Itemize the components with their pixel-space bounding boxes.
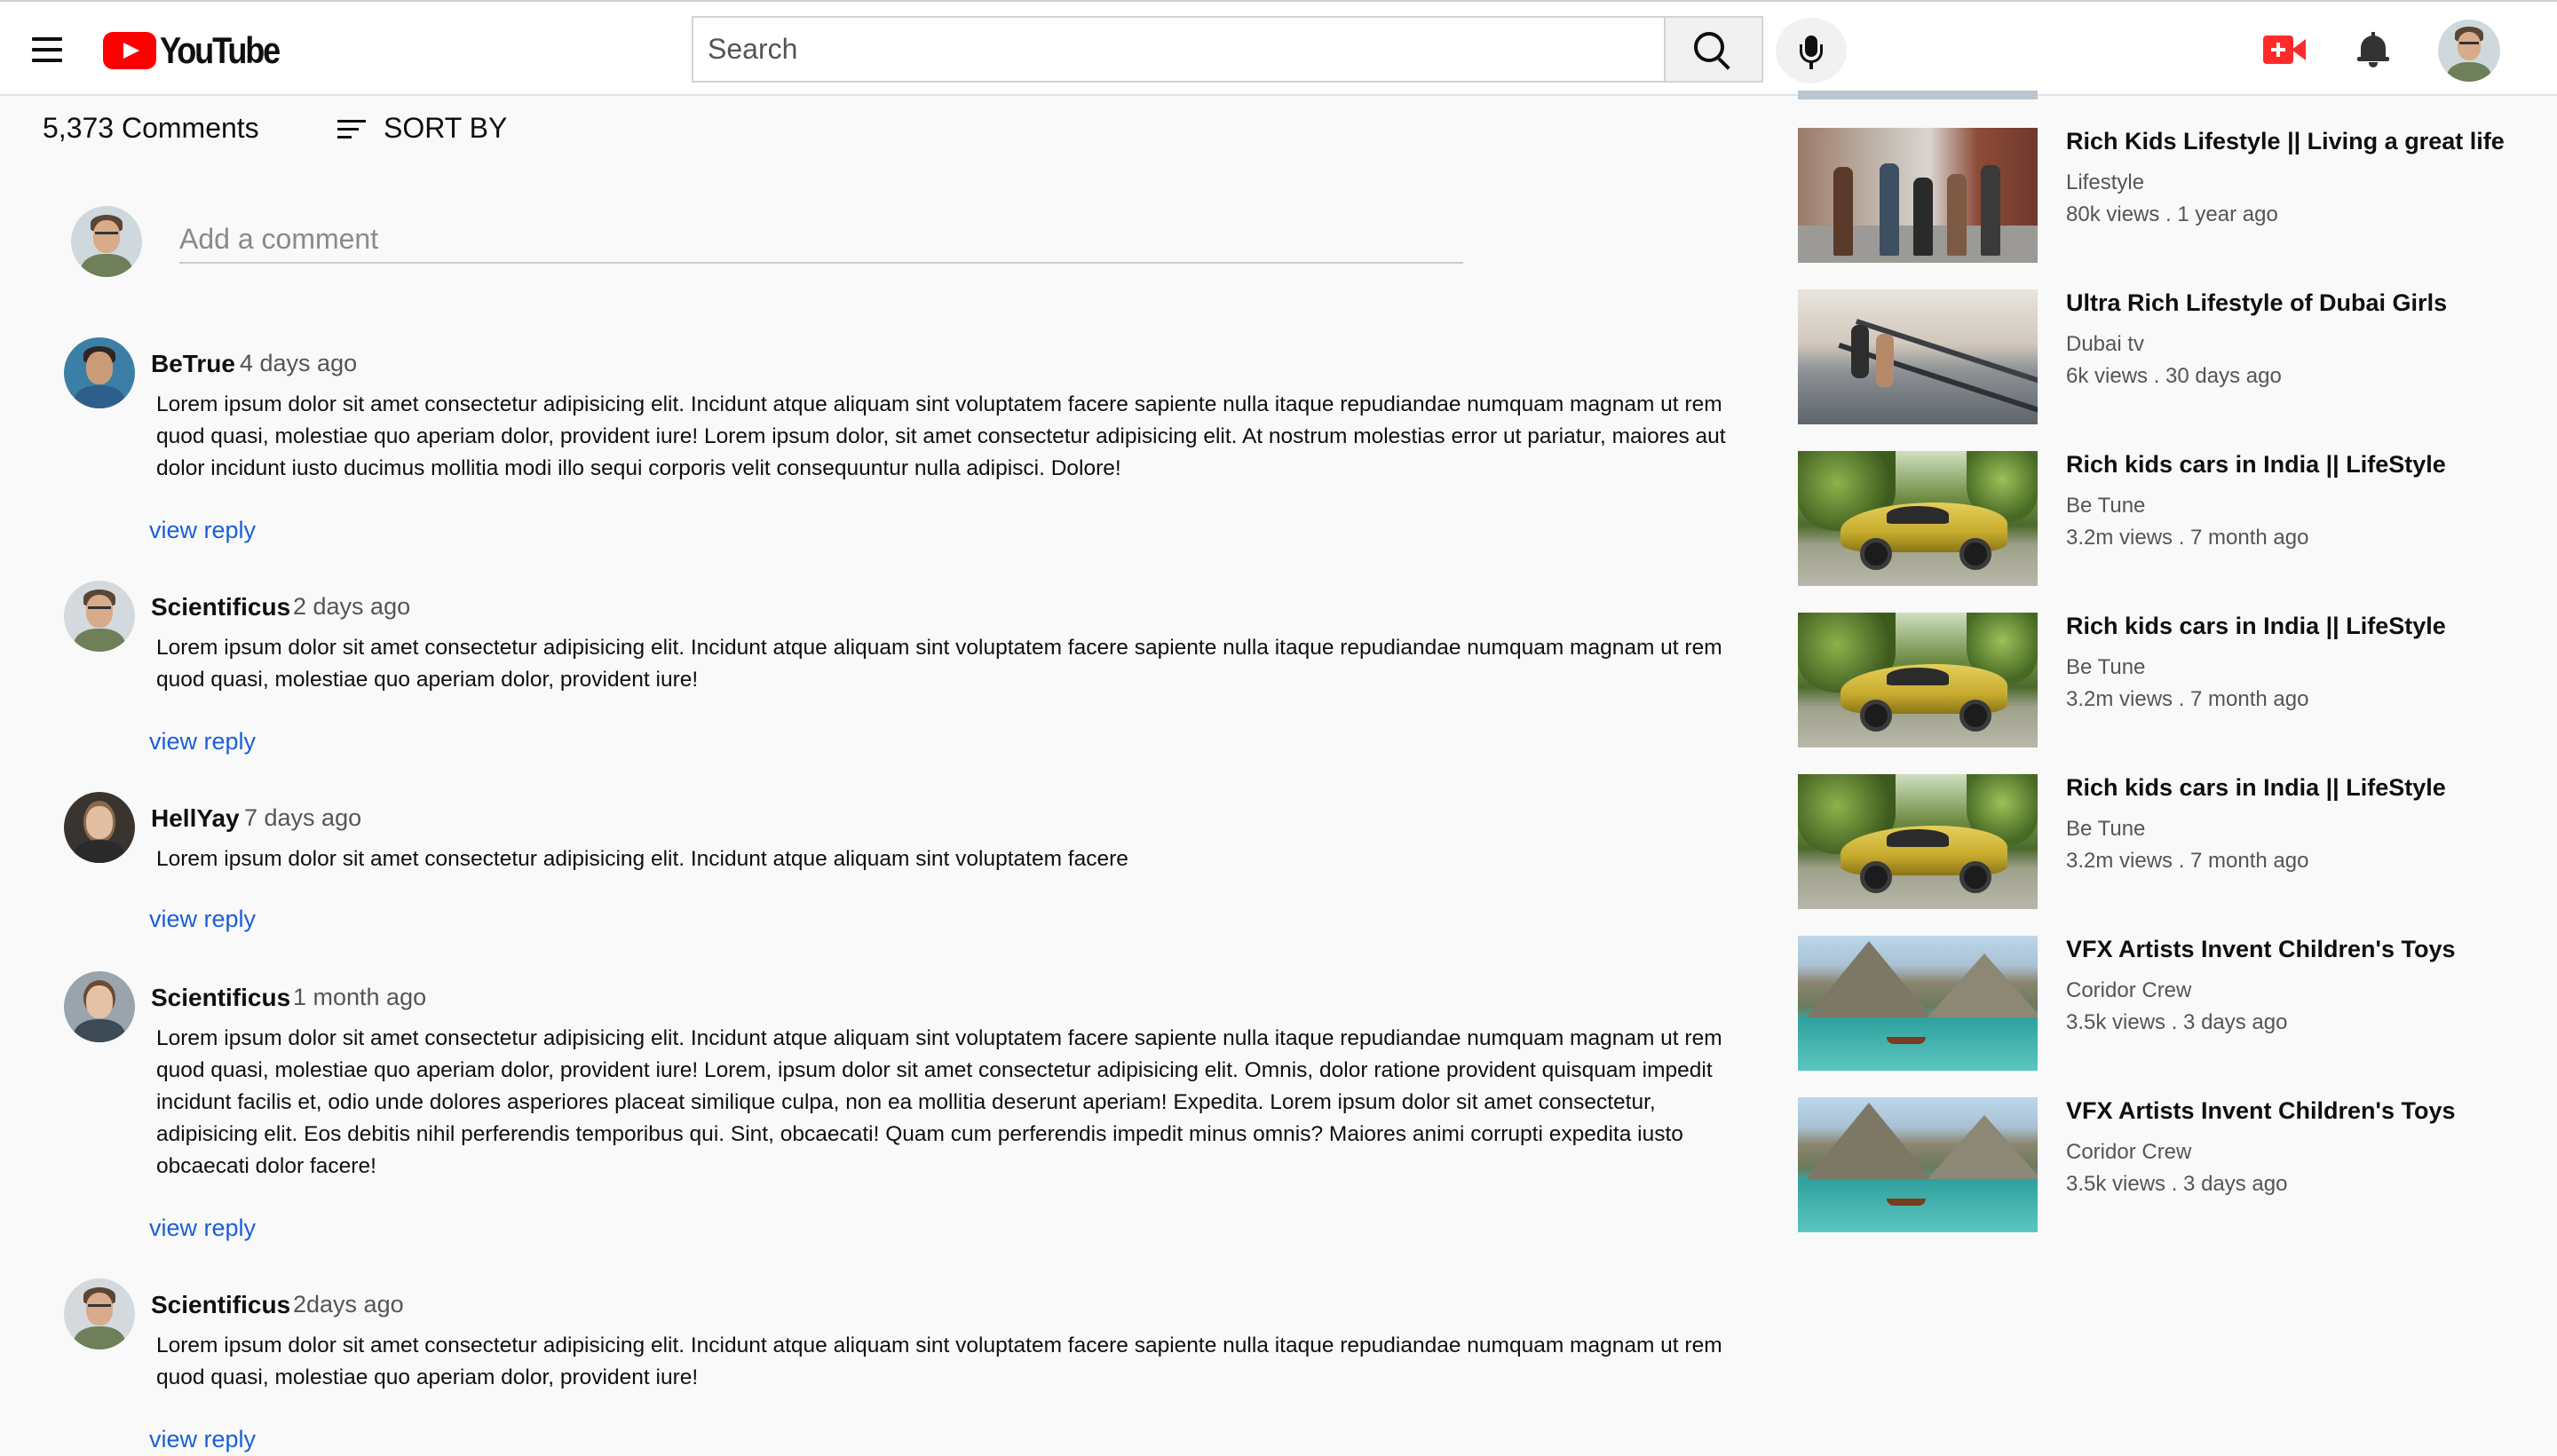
comment-text: Lorem ipsum dolor sit amet consectetur a… — [156, 1026, 1722, 1178]
video-thumbnail[interactable] — [1798, 451, 2038, 586]
view-reply-link[interactable]: view reply — [149, 728, 256, 756]
view-reply-link[interactable]: view reply — [149, 1426, 256, 1453]
video-thumbnail[interactable] — [1798, 936, 2038, 1071]
comment-author[interactable]: BeTrue — [151, 350, 235, 378]
video-channel[interactable]: Coridor Crew — [2066, 978, 2191, 1003]
video-meta: 80k views . 1 year ago — [2066, 202, 2278, 226]
notifications-bell-icon[interactable] — [2356, 30, 2390, 69]
search-bar — [692, 16, 1763, 83]
search-input[interactable] — [693, 18, 1664, 81]
comment-text: Lorem ipsum dolor sit amet consectetur a… — [156, 392, 1726, 480]
recommended-video[interactable]: Rich Kids Lifestyle || Living a great li… — [1798, 128, 2526, 265]
video-title[interactable]: Rich kids cars in India || LifeStyle — [2066, 613, 2446, 640]
user-avatar[interactable] — [2438, 20, 2500, 82]
video-title[interactable]: Rich kids cars in India || LifeStyle — [2066, 774, 2446, 802]
comment-text: Lorem ipsum dolor sit amet consectetur a… — [156, 636, 1722, 692]
video-channel[interactable]: Be Tune — [2066, 655, 2145, 680]
play-logo-icon — [103, 32, 156, 69]
recommended-video[interactable]: Rich kids cars in India || LifeStyle Be … — [1798, 774, 2526, 911]
sort-by-button[interactable]: SORT BY — [337, 112, 507, 145]
video-channel[interactable]: Be Tune — [2066, 494, 2145, 518]
sort-by-label: SORT BY — [384, 112, 508, 144]
current-user-avatar — [71, 206, 142, 277]
recommended-video[interactable]: Rich kids cars in India || LifeStyle Be … — [1798, 451, 2526, 588]
recommended-video[interactable]: Ultra Rich Lifestyle of Dubai Girls Duba… — [1798, 289, 2526, 426]
comment-time: 2 days ago — [293, 593, 411, 620]
commenter-avatar[interactable] — [64, 1278, 135, 1349]
comment-author[interactable]: HellYay — [151, 804, 240, 833]
search-button[interactable] — [1664, 18, 1761, 81]
video-meta: 6k views . 30 days ago — [2066, 364, 2282, 388]
recommended-video[interactable]: VFX Artists Invent Children's Toys Corid… — [1798, 1097, 2526, 1234]
comment-text: Lorem ipsum dolor sit amet consectetur a… — [156, 847, 1128, 871]
youtube-logo[interactable]: YouTube — [103, 28, 298, 73]
commenter-avatar[interactable] — [64, 971, 135, 1042]
create-video-icon[interactable] — [2263, 36, 2308, 64]
video-title[interactable]: VFX Artists Invent Children's Toys — [2066, 1097, 2456, 1125]
video-meta: 3.5k views . 3 days ago — [2066, 1010, 2288, 1034]
video-title[interactable]: Rich kids cars in India || LifeStyle — [2066, 451, 2446, 479]
video-thumbnail[interactable] — [1798, 613, 2038, 748]
commenter-avatar[interactable] — [64, 581, 135, 652]
video-meta: 3.2m views . 7 month ago — [2066, 687, 2309, 711]
video-channel[interactable]: Coridor Crew — [2066, 1140, 2191, 1165]
recommended-video[interactable]: VFX Artists Invent Children's Toys Corid… — [1798, 936, 2526, 1072]
comment-author[interactable]: Scientificus — [151, 593, 290, 621]
video-channel[interactable]: Dubai tv — [2066, 332, 2144, 357]
video-thumbnail[interactable] — [1798, 289, 2038, 424]
video-thumbnail[interactable] — [1798, 774, 2038, 909]
comment-time: 1 month ago — [293, 984, 427, 1010]
video-meta: 3.2m views . 7 month ago — [2066, 849, 2309, 873]
add-comment-input[interactable] — [179, 216, 1463, 264]
hamburger-menu-icon[interactable] — [32, 37, 62, 62]
video-title[interactable]: Rich Kids Lifestyle || Living a great li… — [2066, 128, 2505, 155]
video-title[interactable]: VFX Artists Invent Children's Toys — [2066, 936, 2456, 963]
previous-thumbnail-edge — [1798, 91, 2038, 99]
commenter-avatar[interactable] — [64, 337, 135, 408]
comment-time: 4 days ago — [240, 350, 358, 376]
view-reply-link[interactable]: view reply — [149, 517, 256, 544]
logo-text: YouTube — [160, 29, 281, 71]
video-channel[interactable]: Lifestyle — [2066, 170, 2144, 195]
voice-search-button[interactable] — [1776, 18, 1847, 83]
comment-author[interactable]: Scientificus — [151, 1291, 290, 1319]
video-channel[interactable]: Be Tune — [2066, 817, 2145, 842]
video-meta: 3.2m views . 7 month ago — [2066, 526, 2309, 550]
comment-text: Lorem ipsum dolor sit amet consectetur a… — [156, 1333, 1722, 1389]
commenter-avatar[interactable] — [64, 792, 135, 863]
video-thumbnail[interactable] — [1798, 128, 2038, 263]
video-title[interactable]: Ultra Rich Lifestyle of Dubai Girls — [2066, 289, 2447, 317]
view-reply-link[interactable]: view reply — [149, 906, 256, 933]
video-meta: 3.5k views . 3 days ago — [2066, 1172, 2288, 1196]
recommended-video[interactable]: Rich kids cars in India || LifeStyle Be … — [1798, 613, 2526, 749]
view-reply-link[interactable]: view reply — [149, 1215, 256, 1242]
comment-author[interactable]: Scientificus — [151, 984, 290, 1012]
video-thumbnail[interactable] — [1798, 1097, 2038, 1232]
sort-icon — [337, 116, 366, 141]
top-header: YouTube — [0, 0, 2557, 96]
comments-count: 5,373 Comments — [43, 112, 259, 144]
comment-time: 7 days ago — [244, 804, 362, 831]
comment-time: 2days ago — [293, 1291, 404, 1318]
